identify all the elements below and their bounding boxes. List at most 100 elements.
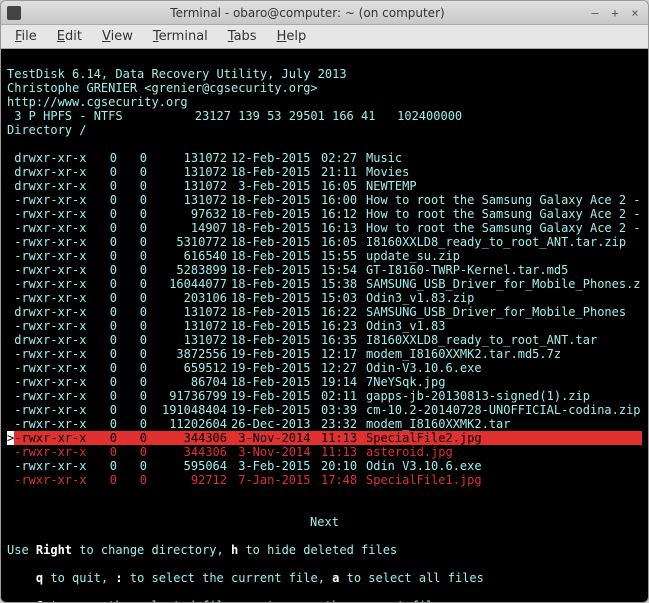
file-row[interactable]: -rwxr-xr-x00344306 3-Nov-201411:13astero… (7, 445, 642, 459)
file-size: 131072 (147, 151, 227, 165)
file-gid: 0 (117, 375, 147, 389)
file-time: 17:48 (321, 473, 366, 487)
file-time: 16:23 (321, 319, 366, 333)
menu-file[interactable]: File (5, 27, 47, 46)
file-size: 131072 (147, 333, 227, 347)
file-row[interactable]: -rwxr-xr-x001120260426-Dec-201323:32mode… (7, 417, 642, 431)
file-time: 16:00 (321, 193, 366, 207)
titlebar[interactable]: Terminal - obaro@computer: ~ (on compute… (1, 1, 648, 25)
file-row[interactable]: -rwxr-xr-x0020310618-Feb-201515:03Odin3_… (7, 291, 642, 305)
file-time: 03:39 (321, 403, 366, 417)
file-date: 18-Feb-2015 (231, 305, 321, 319)
file-row[interactable]: >-rwxr-xr-x00344306 3-Nov-201411:13Speci… (7, 431, 642, 445)
file-date: 18-Feb-2015 (231, 375, 321, 389)
file-row[interactable]: -rwxr-xr-x001490718-Feb-201516:13How to … (7, 221, 642, 235)
file-time: 19:14 (321, 375, 366, 389)
file-row[interactable]: -rwxr-xr-x00531077218-Feb-201516:05I8160… (7, 235, 642, 249)
file-gid: 0 (117, 473, 147, 487)
file-uid: 0 (87, 445, 117, 459)
file-date: 18-Feb-2015 (231, 291, 321, 305)
file-date: 7-Jan-2015 (231, 473, 321, 487)
file-time: 20:10 (321, 459, 366, 473)
file-perms: -rwxr-xr-x (7, 319, 87, 333)
file-row[interactable]: -rwxr-xr-x0061654018-Feb-201515:55update… (7, 249, 642, 263)
file-perms: -rwxr-xr-x (7, 347, 87, 361)
file-perms: >-rwxr-xr-x (7, 431, 87, 445)
file-perms: drwxr-xr-x (7, 305, 87, 319)
file-row[interactable]: -rwxr-xr-x001604407718-Feb-201515:38SAMS… (7, 277, 642, 291)
file-row[interactable]: -rwxr-xr-x00387255619-Feb-201512:17modem… (7, 347, 642, 361)
file-gid: 0 (117, 347, 147, 361)
author-line: Christophe GRENIER <grenier@cgsecurity.o… (7, 81, 318, 95)
file-row[interactable]: -rwxr-xr-x0013107218-Feb-201516:23Odin3_… (7, 319, 642, 333)
file-name: modem_I8160XXMK2.tar (366, 417, 511, 431)
file-date: 19-Feb-2015 (231, 347, 321, 361)
window-title: Terminal - obaro@computer: ~ (on compute… (27, 6, 588, 20)
maximize-button[interactable]: + (608, 6, 622, 20)
file-row[interactable]: drwxr-xr-x0013107218-Feb-201516:35I8160X… (7, 333, 642, 347)
file-row[interactable]: drwxr-xr-x0013107218-Feb-201521:11Movies (7, 165, 642, 179)
file-date: 26-Dec-2013 (231, 417, 321, 431)
file-row[interactable]: -rwxr-xr-x00595064 3-Feb-201520:10Odin V… (7, 459, 642, 473)
file-size: 344306 (147, 431, 227, 445)
file-row[interactable]: -rwxr-xr-x0019104840419-Feb-201503:39cm-… (7, 403, 642, 417)
file-perms: drwxr-xr-x (7, 333, 87, 347)
file-uid: 0 (87, 151, 117, 165)
file-perms: -rwxr-xr-x (7, 473, 87, 487)
file-row[interactable]: -rwxr-xr-x0013107218-Feb-201516:00How to… (7, 193, 642, 207)
file-name: How to root the Samsung Galaxy Ace 2 - (366, 193, 641, 207)
file-uid: 0 (87, 403, 117, 417)
file-row[interactable]: -rwxr-xr-x0092712 7-Jan-201517:48Special… (7, 473, 642, 487)
file-row[interactable]: -rwxr-xr-x00528389918-Feb-201515:54GT-I8… (7, 263, 642, 277)
directory-line: Directory / (7, 123, 86, 137)
menu-edit[interactable]: Edit (47, 27, 92, 46)
file-uid: 0 (87, 417, 117, 431)
file-size: 191048404 (147, 403, 227, 417)
file-row[interactable]: drwxr-xr-x0013107218-Feb-201516:22SAMSUN… (7, 305, 642, 319)
terminal-content[interactable]: TestDisk 6.14, Data Recovery Utility, Ju… (1, 49, 648, 602)
file-row[interactable]: -rwxr-xr-x0065951219-Feb-201512:27Odin-V… (7, 361, 642, 375)
file-uid: 0 (87, 347, 117, 361)
file-gid: 0 (117, 249, 147, 263)
file-time: 15:03 (321, 291, 366, 305)
file-name: I8160XXLD8_ready_to_root_ANT.tar.zip (366, 235, 626, 249)
menu-terminal[interactable]: Terminal (143, 27, 218, 46)
file-date: 19-Feb-2015 (231, 361, 321, 375)
file-perms: -rwxr-xr-x (7, 417, 87, 431)
minimize-button[interactable]: – (588, 6, 602, 20)
file-uid: 0 (87, 165, 117, 179)
file-uid: 0 (87, 221, 117, 235)
file-size: 616540 (147, 249, 227, 263)
file-time: 15:54 (321, 263, 366, 277)
file-name: SAMSUNG_USB_Driver_for_Mobile_Phones (366, 305, 626, 319)
file-date: 18-Feb-2015 (231, 277, 321, 291)
file-gid: 0 (117, 361, 147, 375)
file-row[interactable]: -rwxr-xr-x009763218-Feb-201516:12How to … (7, 207, 642, 221)
file-name: SpecialFile2.jpg (366, 431, 482, 445)
file-row[interactable]: -rwxr-xr-x008670418-Feb-201519:147NeYSqk… (7, 375, 642, 389)
file-row[interactable]: drwxr-xr-x0013107212-Feb-201502:27Music (7, 151, 642, 165)
file-size: 131072 (147, 193, 227, 207)
file-name: modem_I8160XXMK2.tar.md5.7z (366, 347, 561, 361)
file-row[interactable]: drwxr-xr-x00131072 3-Feb-201516:05NEWTEM… (7, 179, 642, 193)
file-name: Odin3_v1.83.zip (366, 291, 474, 305)
file-date: 18-Feb-2015 (231, 235, 321, 249)
file-name: Music (366, 151, 402, 165)
file-size: 131072 (147, 319, 227, 333)
file-uid: 0 (87, 263, 117, 277)
file-size: 16044077 (147, 277, 227, 291)
menu-help[interactable]: Help (267, 27, 317, 46)
file-perms: -rwxr-xr-x (7, 291, 87, 305)
file-time: 02:27 (321, 151, 366, 165)
file-row[interactable]: -rwxr-xr-x009173679919-Feb-201502:11gapp… (7, 389, 642, 403)
menu-view[interactable]: View (92, 27, 143, 46)
file-size: 595064 (147, 459, 227, 473)
file-perms: -rwxr-xr-x (7, 277, 87, 291)
close-button[interactable]: × (628, 6, 642, 20)
menu-tabs[interactable]: Tabs (218, 27, 267, 46)
file-date: 18-Feb-2015 (231, 333, 321, 347)
file-date: 3-Feb-2015 (231, 459, 321, 473)
file-name: How to root the Samsung Galaxy Ace 2 - (366, 221, 641, 235)
file-uid: 0 (87, 375, 117, 389)
file-name: asteroid.jpg (366, 445, 453, 459)
